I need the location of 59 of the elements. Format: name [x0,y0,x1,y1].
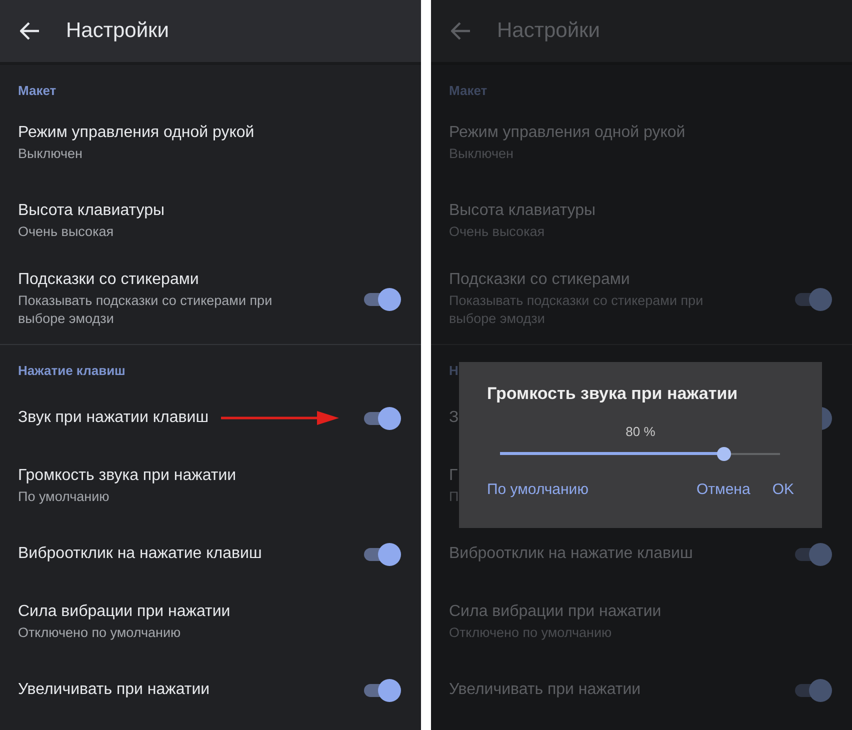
setting-title: Высота клавиатуры [18,202,165,220]
settings-item[interactable]: Подсказки со стикерами Показывать подсказки со стикерами при выборе эмодзи [431,260,852,338]
setting-description: Выключен [449,144,514,162]
setting-title: Высота клавиатуры [449,202,596,220]
setting-description: Отключено по умолчанию [449,624,613,642]
setting-title: З [449,409,459,427]
section-heading: Нажатие клавиш [17,362,126,380]
setting-description: Очень высокая [449,222,546,240]
section-heading: Макет [448,82,488,100]
toggle-switch[interactable] [364,542,401,566]
dialog-button[interactable]: По умолчанию [487,477,588,502]
setting-description: Отключено по умолчанию [18,624,182,642]
setting-title: Виброотклик на нажатие клавиш [18,545,262,563]
settings-item[interactable]: Высота клавиатуры Очень высокая [431,182,852,260]
volume-slider[interactable] [500,447,780,461]
settings-item[interactable]: Увеличивать при нажатии [431,656,852,724]
settings-item[interactable]: Виброотклик на нажатие клавиш [431,520,852,588]
toggle-switch[interactable] [795,542,832,566]
settings-item[interactable]: Высота клавиатуры Очень высокая [0,182,421,260]
toggle-switch[interactable] [364,406,401,430]
toggle-switch[interactable] [364,678,401,702]
setting-title: Увеличивать при нажатии [18,681,210,699]
setting-description: Выключен [18,144,84,162]
settings-item[interactable]: Подсказки со стикерами Показывать подсказки со стикерами при выборе эмодзи [0,260,421,338]
setting-title: Режим управления одной рукой [449,124,686,142]
setting-title: Увеличивать при нажатии [449,681,641,699]
dialog-button[interactable]: Отмена [696,477,750,502]
settings-item[interactable]: Сила вибрации при нажатии Отключено по умолчанию [0,588,421,656]
settings-item[interactable]: Звук при нажатии клавиш [0,384,421,452]
setting-title: Подсказки со стикерами [449,270,631,288]
screen-title: Настройки [66,19,169,43]
toggle-switch[interactable] [795,678,832,702]
settings-item[interactable]: Увеличивать при нажатии [0,656,421,724]
setting-title: Сила вибрации при нажатии [449,602,662,620]
setting-title: Г [449,466,459,484]
dialog-button[interactable]: OK [772,477,794,502]
setting-title: Сила вибрации при нажатии [18,602,230,620]
setting-description: Очень высокая [18,222,115,240]
settings-item[interactable]: Режим управления одной рукой Выключен [0,104,421,182]
settings-item[interactable]: Режим управления одной рукой Выключен [431,104,852,182]
setting-description: П [449,488,459,506]
settings-item[interactable]: Громкость звука при нажатии По умолчанию [0,452,421,520]
setting-title: Громкость звука при нажатии [18,466,236,484]
section-heading: Н [448,362,460,380]
setting-title: Звук при нажатии клавиш [18,409,209,427]
setting-title: Виброотклик на нажатие клавиш [449,545,693,563]
setting-description: Показывать подсказки со стикерами при выборе эмодзи [18,292,274,328]
settings-item[interactable]: Виброотклик на нажатие клавиш [0,520,421,588]
setting-description: Показывать подсказки со стикерами при выборе эмодзи [449,292,704,328]
setting-title: Подсказки со стикерами [18,270,200,288]
dialog-title: Громкость звука при нажатии [487,384,739,404]
screen-title: Настройки [497,19,600,43]
setting-description: По умолчанию [18,488,110,506]
volume-reading: 80 % [626,424,656,439]
settings-item[interactable]: Сила вибрации при нажатии Отключено по умолчанию [431,588,852,656]
toggle-switch[interactable] [364,288,401,310]
toggle-switch[interactable] [795,288,832,310]
setting-title: Режим управления одной рукой [18,124,254,142]
section-heading: Макет [17,82,58,100]
